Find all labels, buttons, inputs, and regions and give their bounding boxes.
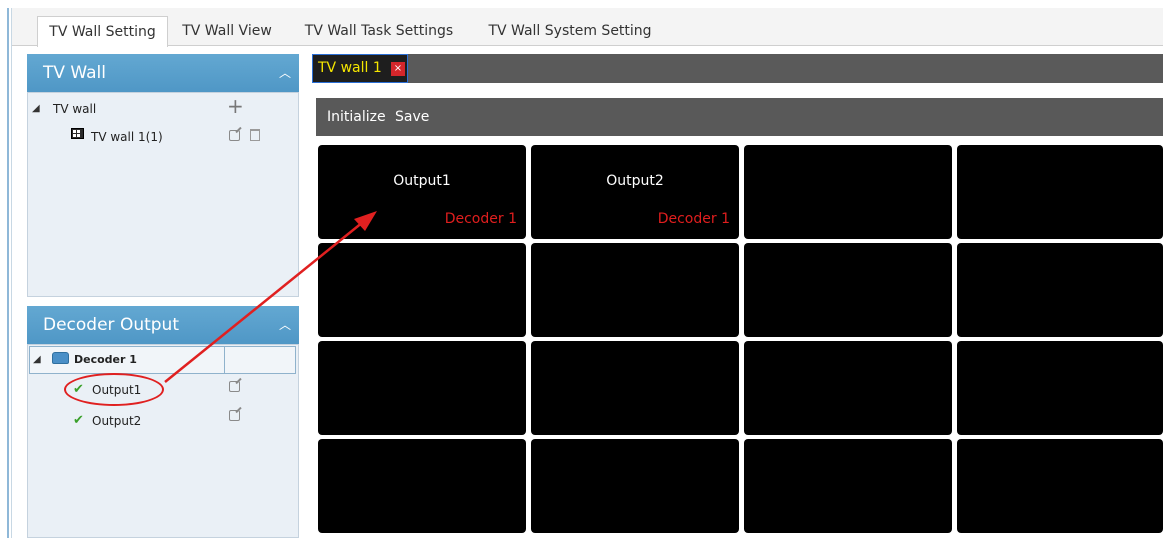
wall-cell[interactable]: Output2 Decoder 1 [531, 145, 739, 239]
cell-decoder-label: Decoder 1 [657, 211, 730, 227]
tv-wall-panel-header[interactable]: TV Wall ︿ [27, 54, 299, 92]
decoder-row[interactable] [29, 346, 296, 374]
edit-output1-icon[interactable] [229, 381, 240, 392]
wall-cell[interactable] [957, 145, 1163, 239]
wall-toolbar: Initialize Save [316, 98, 1163, 136]
wall-cell[interactable] [957, 341, 1163, 435]
window-edge [7, 8, 9, 538]
wall-cell[interactable] [744, 341, 952, 435]
window-edge-inner [11, 8, 12, 538]
view-tab-label: TV wall 1 [318, 60, 382, 76]
tv-wall-grid: Output1 Decoder 1 Output2 Decoder 1 [316, 143, 1163, 538]
cell-output-label: Output2 [606, 173, 664, 189]
wall-cell[interactable] [957, 439, 1163, 533]
wall-cell[interactable] [531, 243, 739, 337]
tab-tv-wall-view[interactable]: TV Wall View [172, 16, 282, 47]
tab-tv-wall-task-settings[interactable]: TV Wall Task Settings [294, 16, 464, 47]
decoder-output-panel-header[interactable]: Decoder Output ︿ [27, 306, 299, 344]
tree-node-tv-wall[interactable]: TV wall [53, 102, 96, 116]
decoder-device-icon [52, 352, 69, 364]
wall-cell[interactable] [744, 145, 952, 239]
wall-cell[interactable] [957, 243, 1163, 337]
annotation-circle [64, 373, 164, 406]
wall-cell[interactable] [318, 243, 526, 337]
tv-wall-grid-icon [71, 128, 84, 139]
tv-wall-panel-body [27, 92, 299, 297]
expand-triangle-icon[interactable]: ◢ [32, 103, 40, 114]
delete-tv-wall-icon[interactable] [250, 129, 260, 141]
expand-triangle-icon[interactable]: ◢ [33, 354, 41, 365]
chevron-up-icon[interactable]: ︿ [279, 54, 291, 92]
tree-node-tv-wall-1[interactable]: TV wall 1(1) [91, 130, 163, 144]
chevron-up-icon[interactable]: ︿ [279, 306, 291, 344]
close-icon[interactable]: × [391, 62, 405, 76]
wall-cell[interactable] [744, 439, 952, 533]
edit-output2-icon[interactable] [229, 410, 240, 421]
decoder-output-panel-title: Decoder Output [43, 315, 179, 335]
add-tv-wall-button[interactable]: + [227, 96, 244, 116]
wall-cell[interactable]: Output1 Decoder 1 [318, 145, 526, 239]
check-icon: ✔ [73, 413, 84, 428]
wall-cell[interactable] [744, 243, 952, 337]
wall-cell[interactable] [531, 439, 739, 533]
view-tab-strip [312, 54, 1163, 83]
tv-wall-panel-title: TV Wall [43, 63, 107, 83]
tab-tv-wall-system-setting[interactable]: TV Wall System Setting [480, 16, 660, 47]
tab-tv-wall-setting[interactable]: TV Wall Setting [37, 16, 168, 47]
initialize-button[interactable]: Initialize [327, 109, 386, 125]
view-tab-tv-wall-1[interactable]: TV wall 1 × [312, 54, 408, 83]
decoder-row-divider [224, 346, 225, 374]
main-tab-bar: TV Wall Setting TV Wall View TV Wall Tas… [12, 8, 1163, 47]
save-button[interactable]: Save [395, 109, 429, 125]
wall-cell[interactable] [318, 341, 526, 435]
tree-node-output2[interactable]: Output2 [92, 414, 141, 428]
cell-output-label: Output1 [393, 173, 451, 189]
edit-tv-wall-icon[interactable] [229, 130, 240, 141]
wall-cell[interactable] [531, 341, 739, 435]
wall-cell[interactable] [318, 439, 526, 533]
tree-node-decoder-1[interactable]: Decoder 1 [74, 353, 137, 366]
cell-decoder-label: Decoder 1 [444, 211, 517, 227]
